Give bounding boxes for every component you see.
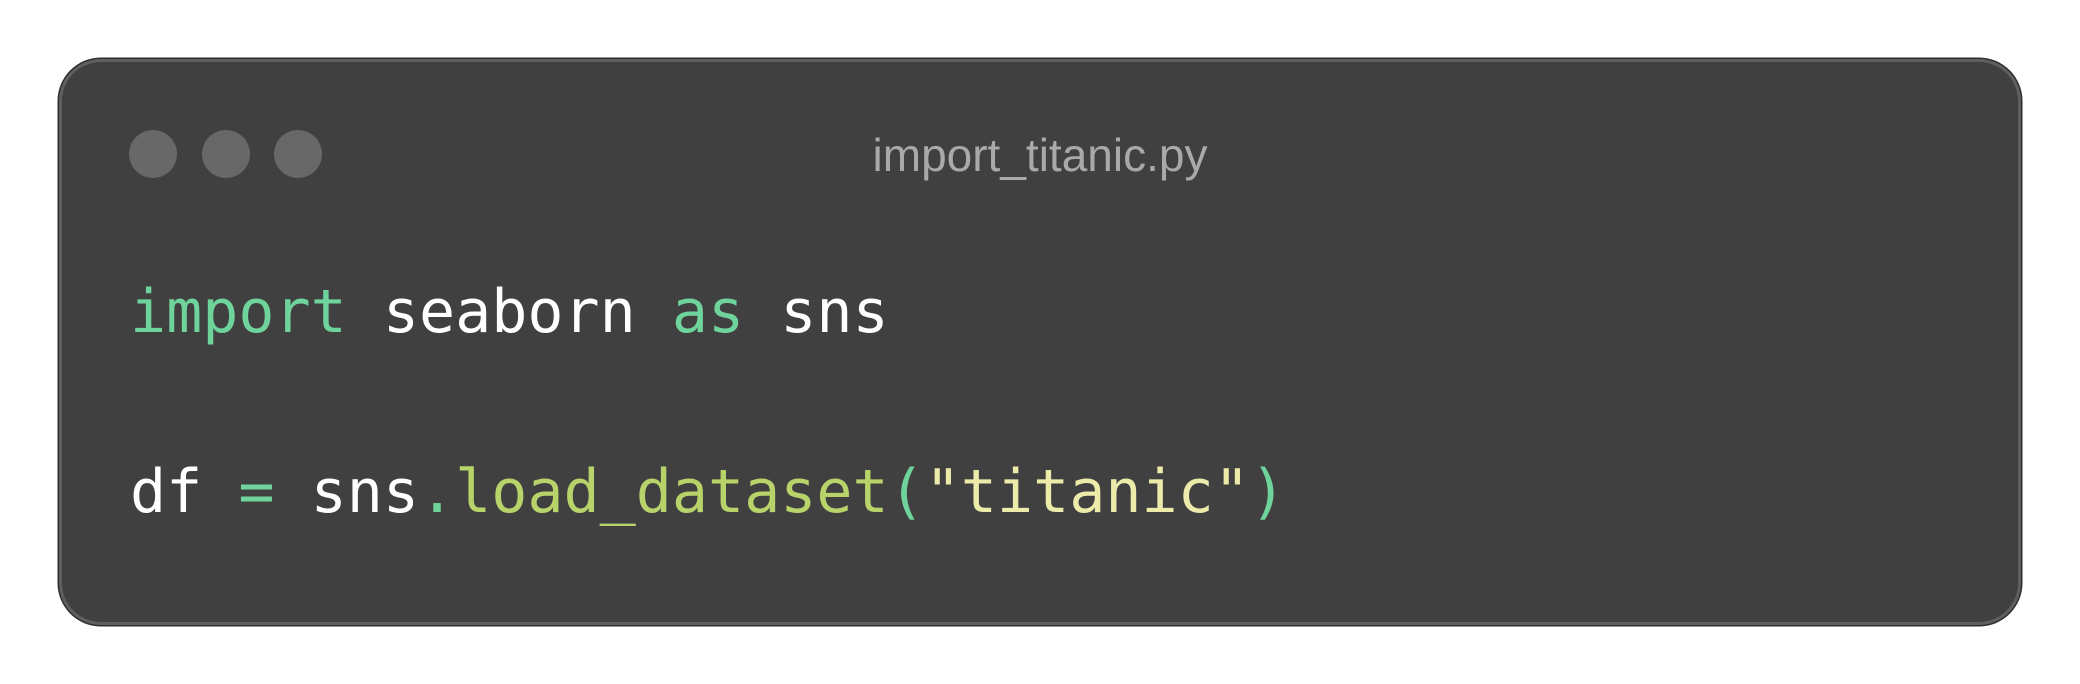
code-window: import_titanic.py import seaborn as sns …	[59, 59, 2021, 625]
assignment-operator: =	[238, 457, 275, 527]
string-argument: "titanic"	[924, 457, 1250, 527]
module-name: seaborn	[346, 277, 672, 347]
right-paren: )	[1249, 457, 1286, 527]
object-name: sns	[274, 457, 419, 527]
dot-operator: .	[419, 457, 456, 527]
keyword-import: import	[130, 277, 347, 347]
left-paren: (	[888, 457, 925, 527]
function-name: load_dataset	[455, 457, 889, 527]
window-titlebar: import_titanic.py	[62, 62, 2018, 182]
module-alias: sns	[744, 277, 889, 347]
code-line-2: df = sns.load_dataset("titanic")	[130, 457, 1286, 527]
variable-name: df	[130, 457, 239, 527]
window-title: import_titanic.py	[872, 129, 1208, 181]
code-line-1: import seaborn as sns	[130, 277, 889, 347]
keyword-as: as	[671, 277, 745, 347]
